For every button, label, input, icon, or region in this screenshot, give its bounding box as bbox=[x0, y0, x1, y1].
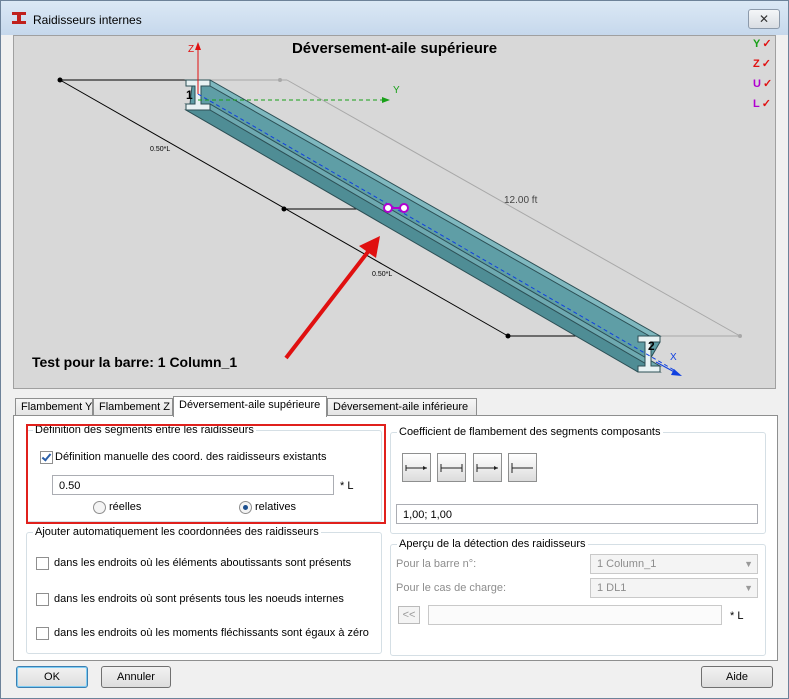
auto-option-nodes-label: dans les endroits où sont présents tous … bbox=[54, 593, 344, 605]
buckling-type-4-button[interactable] bbox=[508, 453, 537, 482]
axis-z-label: Z bbox=[188, 44, 195, 55]
app-icon bbox=[12, 12, 26, 24]
window-title: Raidisseurs internes bbox=[33, 13, 142, 27]
bar-number-label: Pour la barre n°: bbox=[396, 558, 477, 570]
legend-z: Z ✓ bbox=[753, 58, 771, 70]
axis-x-label: X bbox=[670, 352, 677, 363]
auto-coords-group-label: Ajouter automatiquement les coordonnées … bbox=[33, 526, 321, 538]
title-bar: Raidisseurs internes ✕ bbox=[1, 1, 788, 35]
preview-coords-input[interactable] bbox=[428, 605, 722, 625]
legend-l: L ✓ bbox=[753, 98, 771, 110]
highlight-box bbox=[26, 424, 386, 524]
ratio-top-label: 0.50*L bbox=[150, 146, 171, 153]
close-button[interactable]: ✕ bbox=[748, 9, 780, 29]
coefficient-group-label: Coefficient de flambement des segments c… bbox=[397, 426, 663, 438]
auto-option-moments-checkbox[interactable] bbox=[36, 627, 49, 640]
ratio-bottom-label: 0.50*L bbox=[372, 271, 393, 278]
load-case-label: Pour le cas de charge: bbox=[396, 582, 507, 594]
view-3d[interactable]: Déversement-aile supérieure 1 2 Z Y X 12… bbox=[13, 35, 776, 389]
chevron-down-icon: ▼ bbox=[744, 583, 753, 593]
view-caption: Test pour la barre: 1 Column_1 bbox=[32, 354, 238, 370]
node-end-label: 2 bbox=[648, 339, 655, 353]
axis-y-label: Y bbox=[393, 85, 400, 96]
tab-deversement-sup[interactable]: Déversement-aile supérieure bbox=[173, 396, 327, 417]
back-button[interactable]: << bbox=[398, 606, 420, 624]
preview-group-label: Aperçu de la détection des raidisseurs bbox=[397, 538, 588, 550]
buckling-type-1-button[interactable] bbox=[402, 453, 431, 482]
tab-flambement-z[interactable]: Flambement Z bbox=[93, 398, 173, 416]
tab-flambement-y[interactable]: Flambement Y bbox=[15, 398, 93, 416]
auto-option-moments-label: dans les endroits où les moments fléchis… bbox=[54, 627, 369, 639]
preview-unit-label: * L bbox=[730, 610, 744, 622]
tab-deversement-inf[interactable]: Déversement-aile inférieure bbox=[327, 398, 477, 416]
node-start-label: 1 bbox=[186, 88, 193, 102]
legend-y: Y ✓ bbox=[753, 38, 772, 50]
coefficient-input[interactable]: 1,00; 1,00 bbox=[396, 504, 758, 524]
cancel-button[interactable]: Annuler bbox=[101, 666, 171, 688]
member-fixed-ends-icon bbox=[440, 464, 463, 472]
legend-u: U ✓ bbox=[753, 78, 773, 90]
help-button[interactable]: Aide bbox=[701, 666, 773, 688]
buckling-type-2-button[interactable] bbox=[437, 453, 466, 482]
ok-button[interactable]: OK bbox=[16, 666, 88, 688]
check-icon: ✓ bbox=[761, 58, 771, 70]
check-icon: ✓ bbox=[761, 98, 771, 110]
bar-number-select[interactable]: 1 Column_1 ▼ bbox=[590, 554, 758, 574]
check-icon: ✓ bbox=[762, 78, 773, 90]
member-both-pinned-icon bbox=[405, 465, 427, 471]
dimension-label: 12.00 ft bbox=[504, 195, 538, 206]
dialog-window: Raidisseurs internes ✕ Déversement-aile … bbox=[0, 0, 789, 699]
tab-panel: Définition des segments entre les raidis… bbox=[13, 415, 778, 661]
check-icon: ✓ bbox=[762, 38, 772, 50]
bar-number-value: 1 Column_1 bbox=[597, 558, 657, 570]
auto-option-elements-checkbox[interactable] bbox=[36, 557, 49, 570]
auto-option-elements-label: dans les endroits où les éléments abouti… bbox=[54, 557, 352, 569]
auto-option-nodes-checkbox[interactable] bbox=[36, 593, 49, 606]
member-cantilever-icon bbox=[511, 463, 533, 473]
load-case-select[interactable]: 1 DL1 ▼ bbox=[590, 578, 758, 598]
load-case-value: 1 DL1 bbox=[597, 582, 627, 594]
buckling-type-3-button[interactable] bbox=[473, 453, 502, 482]
axes-legend: Y ✓ Z ✓ U ✓ L ✓ bbox=[753, 38, 773, 118]
member-fixed-pinned-icon bbox=[476, 464, 498, 472]
chevron-down-icon: ▼ bbox=[744, 559, 753, 569]
